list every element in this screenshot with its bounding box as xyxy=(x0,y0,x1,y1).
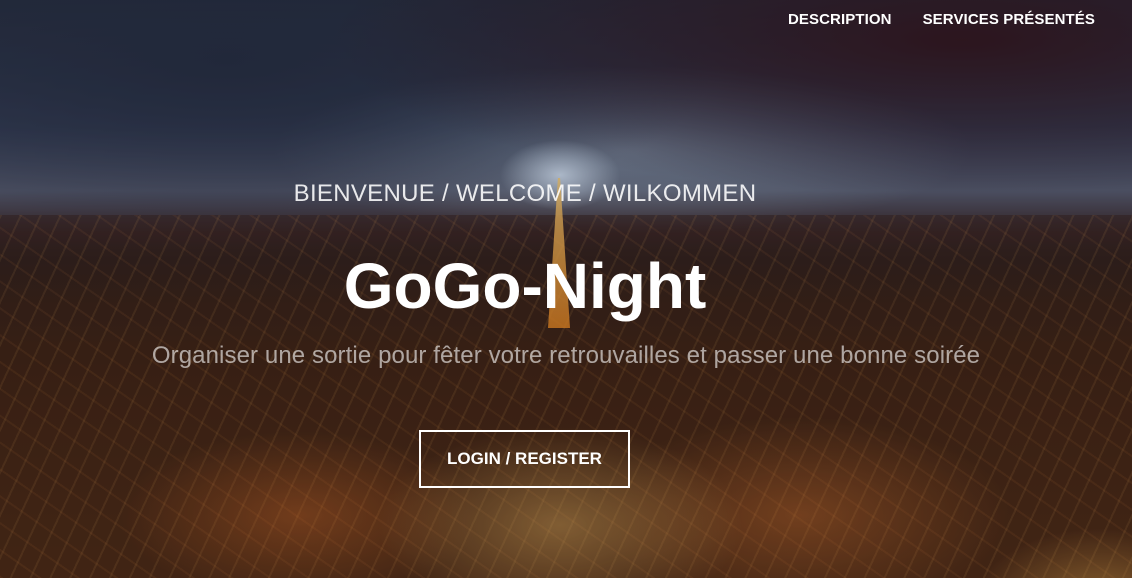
site-title: GoGo-Night xyxy=(343,250,707,322)
nav-services-link[interactable]: SERVICES PRÉSENTÉS xyxy=(923,10,1095,30)
tagline: Organiser une sortie pour fêter votre re… xyxy=(151,342,981,369)
nav-description-link[interactable]: DESCRIPTION xyxy=(788,10,892,30)
welcome-subtitle: BIENVENUE / WELCOME / WILKOMMEN xyxy=(293,180,757,207)
top-navigation: DESCRIPTION SERVICES PRÉSENTÉS xyxy=(788,10,1095,30)
login-register-button[interactable]: LOGIN / REGISTER xyxy=(419,430,630,488)
